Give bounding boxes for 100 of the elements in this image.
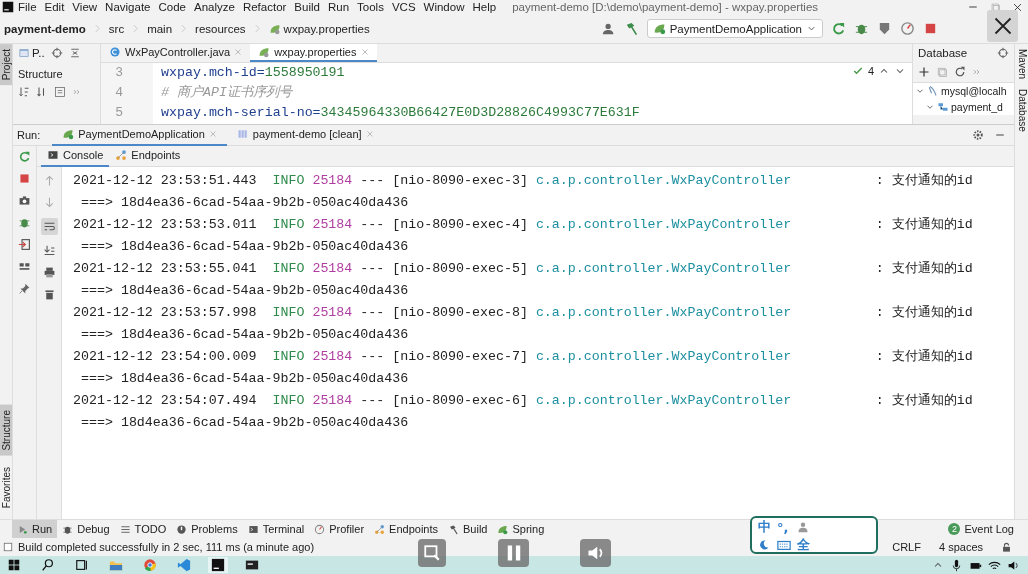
tool-window-button[interactable]: Endpoints — [369, 520, 443, 538]
menu-item[interactable]: Window — [423, 0, 465, 14]
indent-setting[interactable]: 4 spaces — [938, 541, 983, 553]
menu-item[interactable]: Run — [327, 0, 350, 14]
lock-icon[interactable] — [1001, 541, 1012, 553]
wrap-icon[interactable] — [42, 220, 56, 233]
spring-leaf-icon — [497, 523, 509, 535]
log-line: ===> 18d4ea36-6cad-54aa-9b2b-050ac40da436 — [80, 370, 409, 388]
menu-item[interactable]: File — [18, 0, 37, 14]
tool-window-tab[interactable]: Favorites — [0, 461, 12, 513]
editor-tab[interactable]: wxpay.properties — [250, 44, 377, 62]
run-tab[interactable]: payment-demo [clean] — [226, 124, 384, 146]
menu-item[interactable]: VCS — [391, 0, 416, 14]
log-line: 2021-12-12 23:54:00.009 INFO 25184 --- [nio-8090-exec-7] c.a.p.controller.WxPayController : 支付通知的id — [73, 348, 973, 366]
tool-window-button[interactable]: TODO — [114, 520, 172, 538]
printer-icon[interactable] — [42, 266, 56, 279]
tool-window-button[interactable]: Build — [443, 520, 493, 538]
pin-icon[interactable] — [18, 282, 31, 295]
app-logo-icon — [2, 1, 14, 13]
stop-icon[interactable] — [18, 172, 31, 185]
layout-icon[interactable] — [18, 260, 31, 273]
menu-item[interactable]: Navigate — [105, 0, 151, 14]
endpoints-icon — [115, 149, 128, 161]
bug-icon[interactable] — [18, 216, 31, 229]
line-separator[interactable]: CRLF — [892, 541, 921, 553]
run-tab[interactable]: PaymentDemoApplication — [52, 124, 227, 146]
menu-item[interactable]: Refactor — [242, 0, 287, 14]
expand-icon[interactable] — [54, 86, 66, 98]
view-selector[interactable]: P.. — [32, 47, 45, 59]
code-line: wxpay.mch-serial-no=34345964330B66427E0D3D28826C4993C77E631F — [161, 104, 640, 122]
gauge-icon[interactable] — [900, 21, 915, 36]
plus-icon[interactable] — [918, 66, 930, 78]
menu-item[interactable]: Analyze — [193, 0, 235, 14]
rerun-icon[interactable] — [18, 150, 31, 163]
menu-item[interactable]: Help — [472, 0, 497, 14]
windows-icon[interactable] — [7, 558, 21, 572]
event-log-button[interactable]: 2 Event Log — [948, 523, 1028, 535]
tool-window-tab[interactable]: Project — [0, 44, 12, 86]
user-icon[interactable] — [601, 21, 616, 36]
sort-icon[interactable] — [18, 86, 30, 98]
crosshair-icon[interactable] — [50, 47, 63, 59]
editor-tab[interactable]: WxPayController.java — [101, 44, 251, 62]
scroll-end-icon[interactable] — [42, 244, 56, 257]
leaf-icon — [258, 46, 271, 58]
tool-window-tab[interactable]: Structure — [0, 405, 12, 456]
tool-window-button[interactable]: Problems — [171, 520, 243, 538]
breadcrumb-item[interactable]: wxpay.properties — [283, 22, 370, 35]
tool-window-button[interactable]: Run — [12, 520, 58, 538]
trash-icon[interactable] — [42, 288, 56, 301]
refresh-icon[interactable] — [954, 66, 966, 78]
camera-icon[interactable] — [18, 194, 31, 207]
schema-icon — [937, 101, 949, 113]
input-method-toolbar[interactable]: 中 °, 全 — [750, 516, 878, 554]
terminal-icon — [247, 523, 259, 535]
tool-window-tab[interactable]: Maven — [1015, 44, 1028, 84]
microphone-icon[interactable] — [950, 558, 963, 572]
tool-window-button[interactable]: Spring — [492, 520, 550, 538]
menu-item[interactable]: Edit — [44, 0, 65, 14]
tool-window-button[interactable]: Terminal — [242, 520, 310, 538]
log-line: 2021-12-12 23:54:07.494 INFO 25184 --- [nio-8090-exec-6] c.a.p.controller.WxPayController : 支付通知的id — [73, 392, 973, 410]
stop-icon[interactable] — [923, 21, 938, 36]
breadcrumb-item[interactable]: resources — [195, 22, 246, 35]
tool-window-tab[interactable]: Database — [1015, 84, 1028, 137]
breadcrumb-item[interactable]: payment-demo — [4, 22, 86, 35]
leaf-icon — [268, 22, 281, 35]
menu-item[interactable]: Code — [158, 0, 186, 14]
console-tab[interactable]: Endpoints — [109, 145, 187, 167]
log-line: 2021-12-12 23:53:57.998 INFO 25184 --- [nio-8090-exec-8] c.a.p.controller.WxPayController : 支付通知的id — [73, 304, 973, 322]
enter-icon[interactable] — [18, 238, 31, 251]
rerun-icon[interactable] — [831, 21, 846, 36]
crosshair-icon[interactable] — [997, 47, 1009, 59]
code-line: wxpay.mch-id=1558950191 — [161, 64, 346, 82]
terminal-icon[interactable] — [245, 558, 259, 572]
menu-item[interactable]: Tools — [357, 0, 384, 14]
line-number: 5 — [114, 104, 124, 122]
breadcrumb-item[interactable]: main — [147, 22, 173, 35]
settings-icon[interactable] — [972, 129, 984, 141]
collapse-icon[interactable] — [68, 47, 81, 59]
menu-item[interactable]: Build — [294, 0, 320, 14]
menu-item[interactable]: View — [72, 0, 98, 14]
task-view-icon[interactable] — [75, 558, 89, 572]
status-message: Build completed successfully in 2 sec, 111 ms (a minute ago) — [18, 541, 315, 553]
breadcrumb-item[interactable]: src — [108, 22, 125, 35]
tool-window-button[interactable]: Profiler — [309, 520, 370, 538]
zoom-icon[interactable] — [423, 544, 441, 562]
code-editor-icon[interactable] — [177, 558, 191, 572]
ide-icon[interactable] — [211, 558, 225, 572]
shield-icon[interactable] — [877, 21, 892, 36]
run-configuration-dropdown[interactable]: PaymentDemoApplication — [646, 19, 823, 38]
search-icon[interactable] — [41, 558, 55, 572]
browser-icon[interactable] — [143, 558, 157, 572]
checkbox-icon[interactable] — [2, 541, 14, 553]
info-icon — [176, 523, 188, 535]
tool-window-button[interactable]: Debug — [57, 520, 115, 538]
endpoints-icon — [374, 523, 386, 535]
log-line: ===> 18d4ea36-6cad-54aa-9b2b-050ac40da436 — [80, 414, 409, 432]
inspection-count[interactable]: 4 — [867, 65, 874, 77]
close-icon[interactable] — [1011, 1, 1023, 13]
check-icon[interactable] — [851, 65, 864, 77]
hammer-icon — [448, 523, 459, 535]
